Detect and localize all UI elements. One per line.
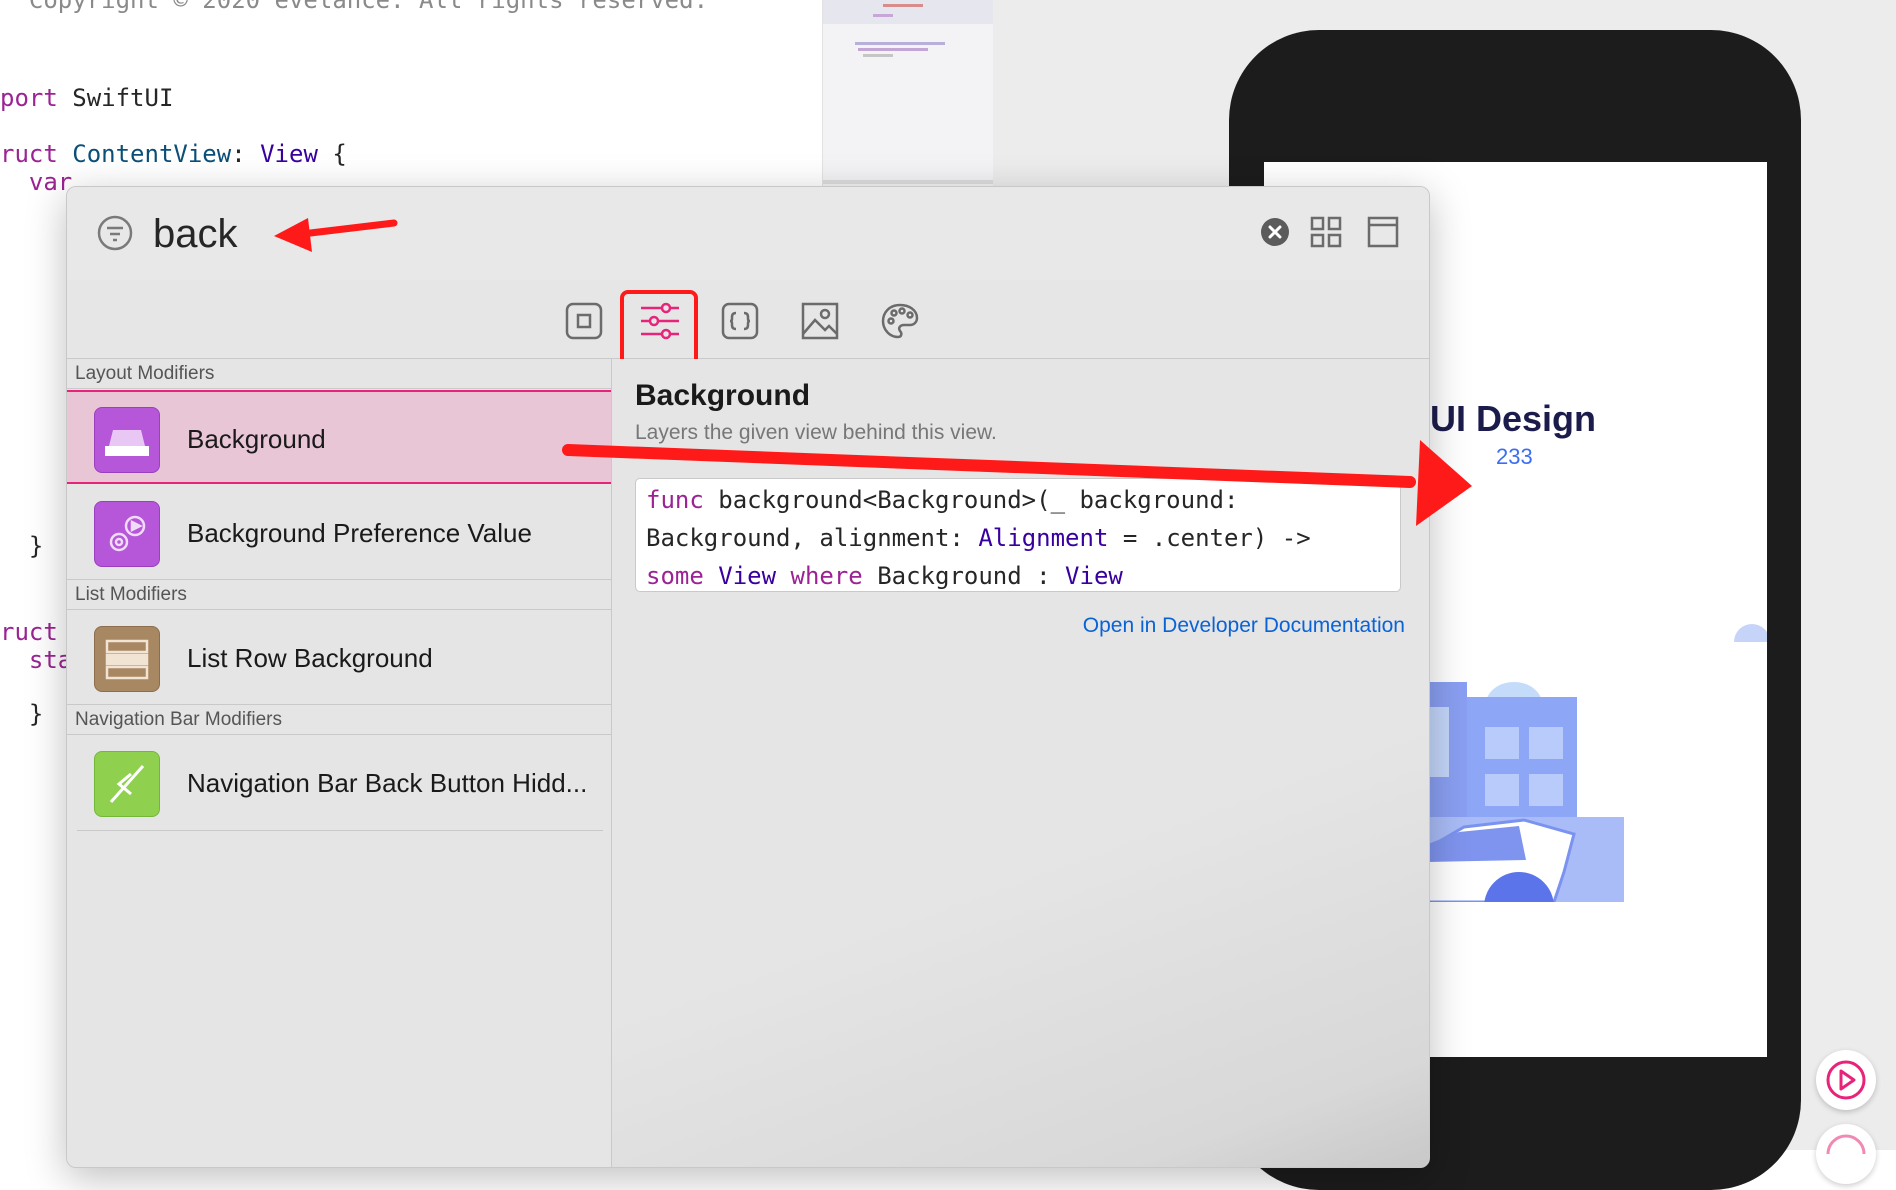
minimap-line <box>855 42 945 45</box>
code-line: ruct <box>0 618 58 646</box>
views-tab[interactable] <box>565 302 603 340</box>
code-line: Copyright © 2020 evelance. All rights re… <box>0 0 708 14</box>
code-token: ruct <box>0 618 58 646</box>
list-item-label: Background Preference Value <box>187 518 532 548</box>
colors-tab[interactable] <box>881 302 919 340</box>
code-token: View <box>260 140 318 168</box>
signature-token <box>704 562 718 590</box>
code-line: } <box>0 532 43 560</box>
list-item-navigation-bar-back-button-hidden[interactable]: Navigation Bar Back Button Hidd... <box>67 736 611 830</box>
background-icon <box>94 407 160 473</box>
signature-token: where <box>790 562 863 590</box>
list-divider <box>77 830 603 831</box>
signature-token: View <box>1065 562 1123 590</box>
library-tabs <box>67 280 1429 372</box>
code-token: { <box>317 140 347 168</box>
live-preview-button[interactable] <box>1816 1050 1876 1110</box>
code-token: Copyright © 2020 evelance. All rights re… <box>0 0 709 14</box>
list-item-label: Navigation Bar Back Button Hidd... <box>187 768 588 798</box>
code-token: var <box>0 168 73 196</box>
section-header-layout-modifiers: Layout Modifiers <box>67 359 611 389</box>
list-item-background-preference-value[interactable]: Background Preference Value <box>67 486 611 580</box>
nav-back-hidden-icon <box>94 751 160 817</box>
code-token: } <box>0 700 44 728</box>
code-token: : <box>231 140 261 168</box>
minimap-separator <box>823 180 993 184</box>
grid-view-icon[interactable] <box>1310 216 1342 253</box>
minimap-line <box>873 14 893 17</box>
code-line: port SwiftUI <box>0 84 173 112</box>
code-line: var <box>0 168 72 196</box>
minimap-line <box>883 4 923 7</box>
developer-documentation-link[interactable]: Open in Developer Documentation <box>1083 614 1405 638</box>
preference-gear-icon <box>94 501 160 567</box>
list-item-label: List Row Background <box>187 643 433 673</box>
library-panel[interactable]: Layout Modifiers Background Background P… <box>66 186 1430 1168</box>
list-item-background[interactable]: Background <box>67 390 611 484</box>
preview-on-device-button[interactable] <box>1816 1124 1876 1184</box>
preview-count: 233 <box>1496 444 1533 469</box>
list-row-icon <box>94 626 160 692</box>
code-token: sta <box>0 646 73 674</box>
signature-token <box>776 562 790 590</box>
clear-search-icon[interactable] <box>1260 217 1290 252</box>
detail-view-icon[interactable] <box>1367 216 1399 253</box>
annotation-arrow-search <box>274 218 398 252</box>
snippets-tab[interactable] <box>721 302 759 340</box>
code-token: port <box>0 84 58 112</box>
minimap-line <box>858 48 928 51</box>
signature-token: View <box>718 562 777 590</box>
section-header-list-modifiers: List Modifiers <box>67 580 611 610</box>
detail-title: Background <box>635 379 811 412</box>
code-token: ruct <box>0 140 58 168</box>
signature-token: some <box>646 562 704 590</box>
filter-icon <box>97 215 133 256</box>
library-results-list[interactable]: Layout Modifiers Background Background P… <box>67 359 612 1167</box>
section-header-navigation-bar-modifiers: Navigation Bar Modifiers <box>67 705 611 735</box>
code-token: ContentView <box>72 140 232 168</box>
list-item-label: Background <box>187 424 326 454</box>
media-tab[interactable] <box>801 302 839 340</box>
list-item-list-row-background[interactable]: List Row Background <box>67 611 611 705</box>
code-line: sta <box>0 646 72 674</box>
modifiers-tab[interactable] <box>641 302 679 340</box>
annotation-arrow-preview <box>562 440 1472 526</box>
minimap-line <box>863 54 893 57</box>
code-line: } <box>0 700 43 728</box>
code-token: SwiftUI <box>57 84 174 112</box>
play-icon <box>1826 1060 1866 1100</box>
signature-line: some View where Background : View <box>646 557 1400 595</box>
signature-token: Background : <box>862 562 1066 590</box>
code-line: ruct ContentView: View { <box>0 140 347 168</box>
code-token: } <box>0 532 44 560</box>
